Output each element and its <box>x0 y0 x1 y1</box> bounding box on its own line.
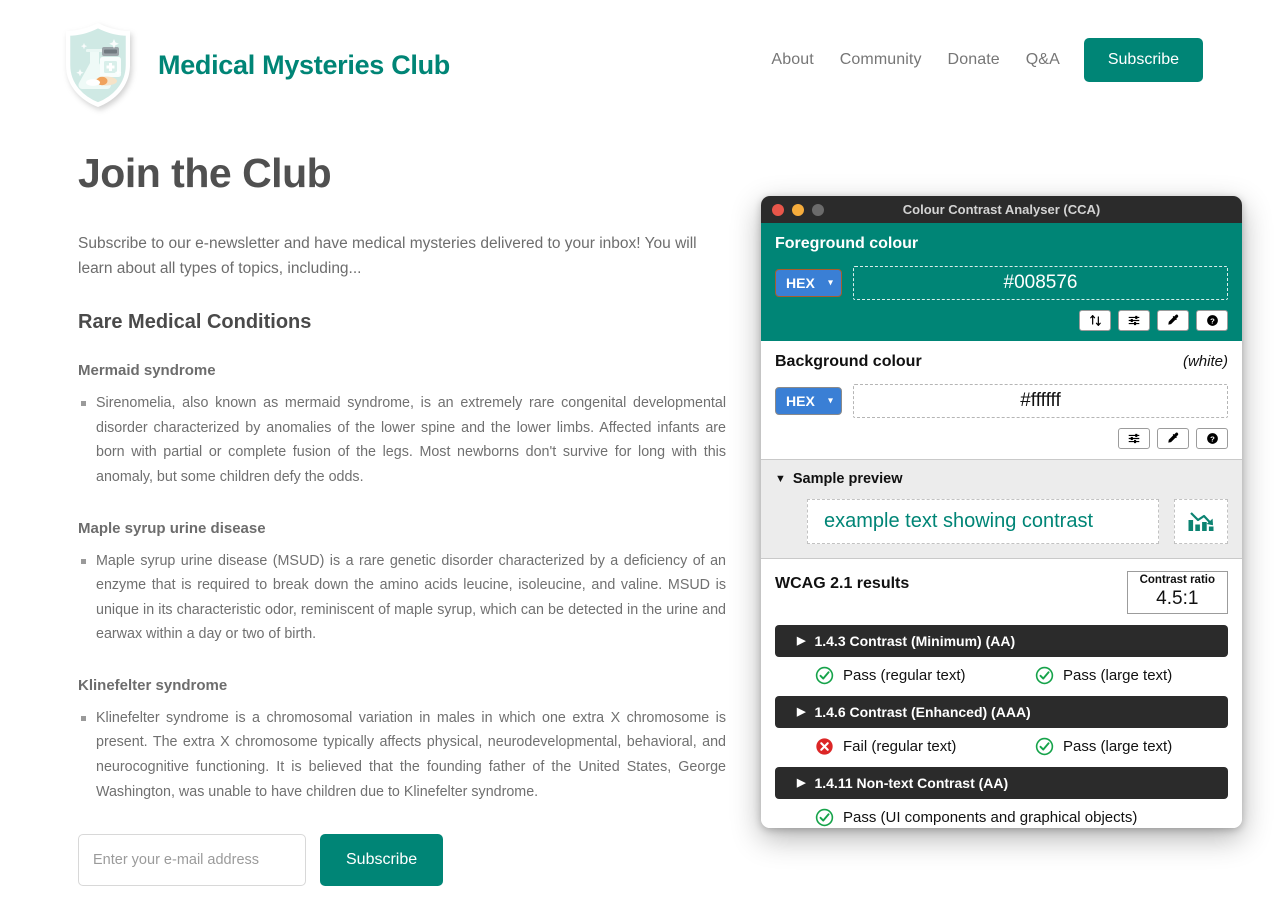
nav-link-about[interactable]: About <box>771 51 813 69</box>
topic-list-mermaid-syndrome: Sirenomelia, also known as mermaid syndr… <box>78 391 728 489</box>
cca-titlebar[interactable]: Colour Contrast Analyser (CCA) <box>761 196 1242 223</box>
result-large-text: Pass (large text) <box>1035 737 1172 756</box>
intro-paragraph: Subscribe to our e-newsletter and have m… <box>78 235 697 278</box>
criterion-1-4-11-results: Pass (UI components and graphical object… <box>775 808 1228 827</box>
wcag-results-title: WCAG 2.1 results <box>775 575 910 592</box>
page-title: Join the Club <box>78 150 332 196</box>
background-format-select[interactable]: HEX <box>775 387 842 415</box>
topic-list-klinefelter-syndrome: Klinefelter syndrome is a chromosomal va… <box>78 706 728 804</box>
foreground-colour-panel: Foreground colour HEX ▾ #008576 ? <box>761 223 1242 341</box>
topic-title-maple-syrup-urine-disease: Maple syrup urine disease <box>78 519 266 537</box>
background-colour-panel: Background colour (white) HEX ▾ #ffffff <box>761 341 1242 460</box>
criterion-1-4-6-label: 1.4.6 Contrast (Enhanced) (AAA) <box>814 703 1031 720</box>
sample-preview-panel: ▼ Sample preview example text showing co… <box>761 460 1242 559</box>
criterion-1-4-3-label: 1.4.3 Contrast (Minimum) (AA) <box>814 632 1016 649</box>
topic-list-maple-syrup-urine-disease: Maple syrup urine disease (MSUD) is a ra… <box>78 549 728 647</box>
wcag-results-panel: WCAG 2.1 results Contrast ratio 4.5:1 ▶ … <box>761 559 1242 828</box>
triangle-down-icon: ▼ <box>775 473 786 485</box>
pass-check-icon <box>815 808 834 827</box>
main-content: Join the Club Subscribe to our e-newslet… <box>78 150 728 909</box>
pass-check-icon <box>1035 737 1054 756</box>
result-label: Pass (UI components and graphical object… <box>843 808 1138 826</box>
background-colour-note: (white) <box>1182 353 1228 370</box>
cca-window-title: Colour Contrast Analyser (CCA) <box>902 202 1101 217</box>
list-item: Sirenomelia, also known as mermaid syndr… <box>78 391 726 489</box>
brand[interactable]: Medical Mysteries Club <box>62 21 450 109</box>
result-label: Pass (large text) <box>1063 666 1173 684</box>
result-label: Pass (regular text) <box>843 666 966 684</box>
eyedropper-icon[interactable] <box>1157 428 1189 449</box>
sliders-icon[interactable] <box>1118 428 1150 449</box>
help-icon[interactable]: ? <box>1196 428 1228 449</box>
section-title: Rare Medical Conditions <box>78 311 312 334</box>
background-colour-label: Background colour <box>775 353 922 370</box>
topic-title-mermaid-syndrome: Mermaid syndrome <box>78 362 216 380</box>
triangle-right-icon: ▶ <box>797 777 806 790</box>
criterion-1-4-6-results: Fail (regular text) Pass (large text) <box>775 737 1228 756</box>
foreground-format-select[interactable]: HEX <box>775 269 842 297</box>
result-regular-text: Fail (regular text) <box>815 737 1035 756</box>
background-toolbar: ? <box>775 428 1228 449</box>
eyedropper-icon[interactable] <box>1157 310 1189 331</box>
criterion-1-4-11-header[interactable]: ▶ 1.4.11 Non-text Contrast (AA) <box>775 766 1228 799</box>
topic-title-klinefelter-syndrome: Klinefelter syndrome <box>78 676 228 694</box>
pass-check-icon <box>1035 666 1054 685</box>
close-window-button[interactable] <box>772 203 784 216</box>
help-icon[interactable]: ? <box>1196 310 1228 331</box>
sliders-icon[interactable] <box>1118 310 1150 331</box>
result-regular-text: Pass (regular text) <box>815 666 1035 685</box>
colour-contrast-analyser-window: Colour Contrast Analyser (CCA) Foregroun… <box>761 196 1242 828</box>
window-controls <box>772 203 824 216</box>
criterion-1-4-11-label: 1.4.11 Non-text Contrast (AA) <box>814 774 1009 791</box>
bar-chart-declining-icon <box>1174 499 1228 544</box>
swap-colours-icon[interactable] <box>1079 310 1111 331</box>
site-header: Medical Mysteries Club About Community D… <box>0 0 1275 130</box>
criterion-1-4-3-results: Pass (regular text) Pass (large text) <box>775 666 1228 685</box>
nav-link-qa[interactable]: Q&A <box>1026 51 1060 69</box>
result-large-text: Pass (large text) <box>1035 666 1172 685</box>
result-label: Pass (large text) <box>1063 737 1173 755</box>
svg-text:?: ? <box>1210 316 1215 325</box>
foreground-colour-label: Foreground colour <box>775 235 919 252</box>
background-colour-value[interactable]: #ffffff <box>853 384 1228 418</box>
fail-cross-icon <box>815 737 834 756</box>
nav-link-community[interactable]: Community <box>840 51 922 69</box>
contrast-ratio-label: Contrast ratio <box>1139 574 1215 586</box>
foreground-toolbar: ? <box>775 310 1228 331</box>
newsletter-subscribe-form: Subscribe <box>78 834 728 887</box>
email-input[interactable] <box>78 834 306 887</box>
medical-shield-logo-icon <box>62 21 134 109</box>
brand-name: Medical Mysteries Club <box>158 49 450 80</box>
minimize-window-button[interactable] <box>792 203 804 216</box>
list-item: Klinefelter syndrome is a chromosomal va… <box>78 706 726 804</box>
contrast-ratio-box: Contrast ratio 4.5:1 <box>1126 571 1228 614</box>
list-item: Maple syrup urine disease (MSUD) is a ra… <box>78 549 726 647</box>
sample-preview-label: Sample preview <box>792 471 903 487</box>
svg-text:?: ? <box>1210 434 1215 443</box>
criterion-1-4-6-header[interactable]: ▶ 1.4.6 Contrast (Enhanced) (AAA) <box>775 695 1228 728</box>
criterion-1-4-3-header[interactable]: ▶ 1.4.3 Contrast (Minimum) (AA) <box>775 624 1228 657</box>
nav-link-donate[interactable]: Donate <box>948 51 1000 69</box>
result-ui-components: Pass (UI components and graphical object… <box>815 808 1137 827</box>
triangle-right-icon: ▶ <box>797 635 806 648</box>
sample-preview-disclosure[interactable]: ▼ Sample preview <box>775 471 1228 487</box>
subscribe-button[interactable]: Subscribe <box>320 834 444 887</box>
foreground-colour-value[interactable]: #008576 <box>853 266 1228 300</box>
header-subscribe-button[interactable]: Subscribe <box>1083 38 1203 82</box>
triangle-right-icon: ▶ <box>797 706 806 719</box>
contrast-ratio-value: 4.5:1 <box>1156 587 1199 609</box>
zoom-window-button[interactable] <box>812 203 824 216</box>
result-label: Fail (regular text) <box>843 737 957 755</box>
sample-text-preview: example text showing contrast <box>807 499 1159 544</box>
page-root: Medical Mysteries Club About Community D… <box>0 0 1275 909</box>
main-navigation: About Community Donate Q&A Subscribe <box>771 38 1203 82</box>
pass-check-icon <box>815 666 834 685</box>
